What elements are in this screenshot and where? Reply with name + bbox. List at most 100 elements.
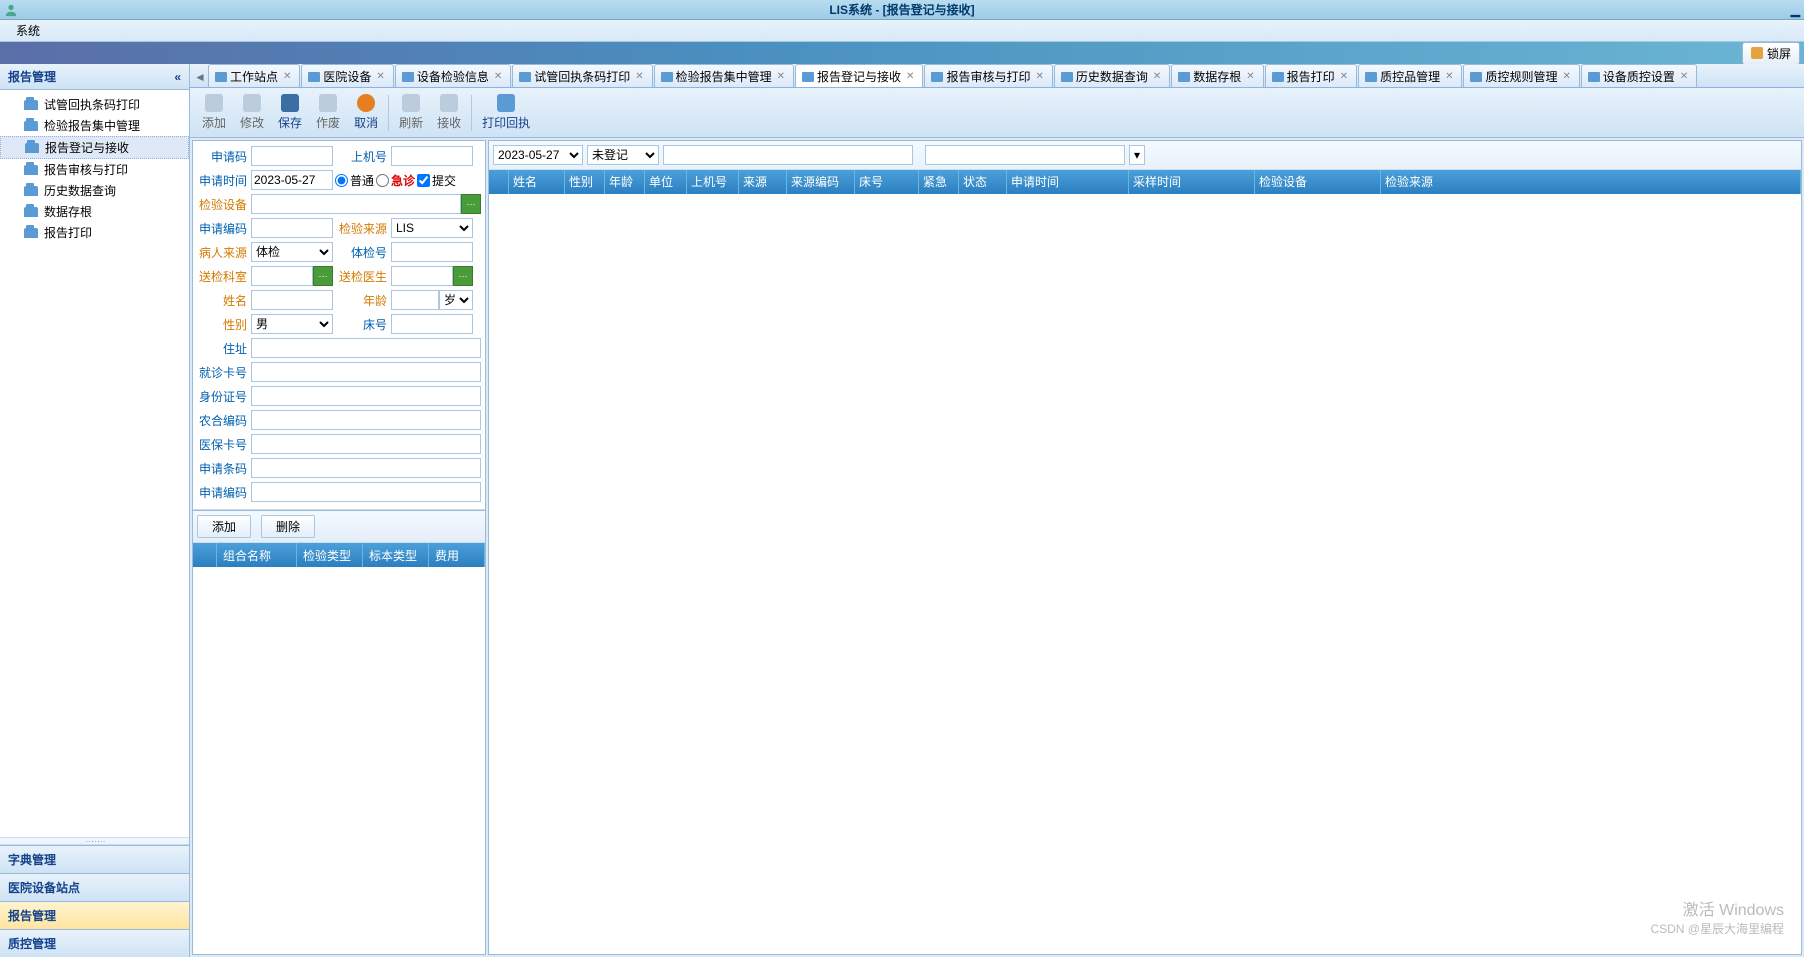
tree-item-barcode-print[interactable]: 试管回执条码打印	[0, 94, 189, 115]
ribbon-strip: 锁屏	[0, 42, 1804, 64]
cancel-button[interactable]: 取消	[348, 92, 384, 133]
close-icon[interactable]: ✕	[1244, 71, 1256, 82]
tree-item-history-query[interactable]: 历史数据查询	[0, 180, 189, 201]
rural-code-input[interactable]	[251, 410, 481, 430]
receive-button[interactable]: 接收	[431, 92, 467, 133]
close-icon[interactable]: ✕	[1151, 71, 1163, 82]
send-doctor-input[interactable]	[391, 266, 453, 286]
close-icon[interactable]: ✕	[1443, 71, 1455, 82]
sub-delete-button[interactable]: 删除	[261, 515, 315, 538]
tab-device-test-info[interactable]: 设备检验信息✕	[395, 64, 511, 87]
apply-no-input[interactable]	[251, 218, 333, 238]
address-input[interactable]	[251, 338, 481, 358]
age-unit-select[interactable]: 岁	[439, 290, 473, 310]
tab-history-query[interactable]: 历史数据查询✕	[1054, 64, 1170, 87]
nav-qc-manage[interactable]: 质控管理	[0, 929, 189, 957]
age-input[interactable]	[391, 290, 439, 310]
minimize-icon[interactable]: ▁	[1791, 3, 1800, 17]
printer-icon	[24, 186, 38, 196]
tree-item-report-audit[interactable]: 报告审核与打印	[0, 159, 189, 180]
tab-report-print[interactable]: 报告打印✕	[1265, 64, 1357, 87]
exam-no-input[interactable]	[391, 242, 473, 262]
printer-icon	[24, 100, 38, 110]
close-icon[interactable]: ✕	[374, 71, 386, 82]
edit-button[interactable]: 修改	[234, 92, 270, 133]
test-source-select[interactable]: LIS	[391, 218, 473, 238]
void-button[interactable]: 作废	[310, 92, 346, 133]
tab-data-stub[interactable]: 数据存根✕	[1171, 64, 1263, 87]
tab-icon	[1178, 72, 1190, 82]
apply-code-input[interactable]	[251, 146, 333, 166]
tab-report-manage[interactable]: 检验报告集中管理✕	[654, 64, 794, 87]
apply-time-input[interactable]	[251, 170, 333, 190]
tab-qc-product[interactable]: 质控品管理✕	[1358, 64, 1462, 87]
splitter-grip[interactable]	[0, 837, 189, 845]
close-icon[interactable]: ✕	[492, 71, 504, 82]
save-button[interactable]: 保存	[272, 92, 308, 133]
void-icon	[319, 94, 337, 112]
tab-device-qc-setting[interactable]: 设备质控设置✕	[1581, 64, 1697, 87]
filter-text2-input[interactable]	[925, 145, 1125, 165]
send-dept-lookup-button[interactable]: ⋯	[313, 266, 333, 286]
tree-item-report-print[interactable]: 报告打印	[0, 222, 189, 243]
tree-item-report-manage[interactable]: 检验报告集中管理	[0, 115, 189, 136]
submit-checkbox[interactable]	[417, 174, 430, 187]
close-icon[interactable]: ✕	[775, 71, 787, 82]
print-receipt-button[interactable]: 打印回执	[476, 92, 536, 133]
send-doctor-lookup-button[interactable]: ⋯	[453, 266, 473, 286]
close-icon[interactable]: ✕	[1338, 71, 1350, 82]
tree-item-report-register[interactable]: 报告登记与接收	[0, 136, 189, 159]
test-device-input[interactable]	[251, 194, 461, 214]
close-icon[interactable]: ✕	[1033, 71, 1045, 82]
test-device-label: 检验设备	[197, 196, 251, 213]
tab-report-register[interactable]: 报告登记与接收✕	[795, 64, 923, 87]
tab-barcode-print[interactable]: 试管回执条码打印✕	[512, 64, 652, 87]
add-button[interactable]: 添加	[196, 92, 232, 133]
close-icon[interactable]: ✕	[1560, 71, 1572, 82]
separator	[388, 95, 389, 131]
printer-icon	[24, 207, 38, 217]
bed-no-input[interactable]	[391, 314, 473, 334]
gender-select[interactable]: 男	[251, 314, 333, 334]
medicare-input[interactable]	[251, 434, 481, 454]
close-icon[interactable]: ✕	[281, 71, 293, 82]
nav-hospital-device[interactable]: 医院设备站点	[0, 873, 189, 901]
filter-date-select[interactable]: 2023-05-27	[493, 145, 583, 165]
apply-code2-input[interactable]	[251, 482, 481, 502]
tab-scroll-left[interactable]: ◄	[192, 67, 208, 87]
menu-system[interactable]: 系统	[8, 20, 48, 41]
tree-item-data-stub[interactable]: 数据存根	[0, 201, 189, 222]
refresh-button[interactable]: 刷新	[393, 92, 429, 133]
urgent-radio[interactable]	[376, 174, 389, 187]
toolbar: 添加 修改 保存 作废 取消 刷新 接收 打印回执	[190, 88, 1804, 138]
send-dept-input[interactable]	[251, 266, 313, 286]
tab-hospital-device[interactable]: 医院设备✕	[301, 64, 393, 87]
normal-radio[interactable]	[335, 174, 348, 187]
nav-report-manage[interactable]: 报告管理	[0, 901, 189, 929]
filter-text1-input[interactable]	[663, 145, 913, 165]
machine-no-input[interactable]	[391, 146, 473, 166]
tab-report-audit[interactable]: 报告审核与打印✕	[924, 64, 1052, 87]
nav-stack: 字典管理 医院设备站点 报告管理 质控管理	[0, 845, 189, 957]
close-icon[interactable]: ✕	[1678, 71, 1690, 82]
tab-qc-rule[interactable]: 质控规则管理✕	[1463, 64, 1579, 87]
visit-card-input[interactable]	[251, 362, 481, 382]
lock-screen-button[interactable]: 锁屏	[1742, 42, 1800, 65]
nav-dict-manage[interactable]: 字典管理	[0, 845, 189, 873]
filter-status-select[interactable]: 未登记	[587, 145, 659, 165]
close-icon[interactable]: ✕	[904, 71, 916, 82]
test-device-lookup-button[interactable]: ⋯	[461, 194, 481, 214]
id-card-label: 身份证号	[197, 388, 251, 405]
tab-icon	[802, 72, 814, 82]
name-input[interactable]	[251, 290, 333, 310]
tab-workstation[interactable]: 工作站点✕	[208, 64, 300, 87]
printer-icon	[25, 143, 39, 153]
collapse-icon[interactable]: «	[174, 70, 181, 84]
filter-dropdown-button[interactable]: ▾	[1129, 145, 1145, 165]
close-icon[interactable]: ✕	[633, 71, 645, 82]
apply-barcode-input[interactable]	[251, 458, 481, 478]
sub-add-button[interactable]: 添加	[197, 515, 251, 538]
id-card-input[interactable]	[251, 386, 481, 406]
patient-source-select[interactable]: 体检	[251, 242, 333, 262]
cancel-icon	[357, 94, 375, 112]
